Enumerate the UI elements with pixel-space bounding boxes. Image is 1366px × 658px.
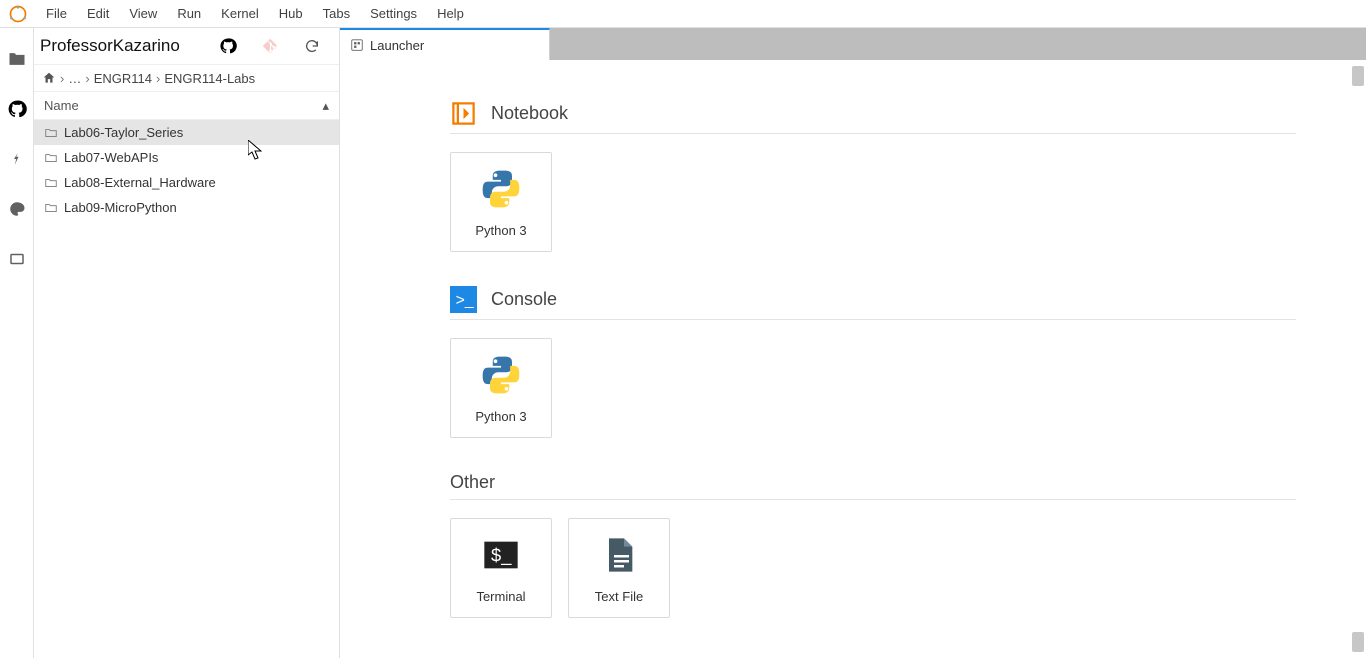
chevron-right-icon: › <box>85 71 89 86</box>
file-name: Lab07-WebAPIs <box>64 150 158 165</box>
menu-view[interactable]: View <box>119 3 167 24</box>
chevron-right-icon: › <box>156 71 160 86</box>
column-name-label: Name <box>44 98 79 113</box>
file-browser-panel: ProfessorKazarino › … › ENGR114 › ENGR11… <box>34 28 340 658</box>
activity-bar <box>0 28 34 658</box>
card-label: Python 3 <box>475 223 526 238</box>
menu-tabs[interactable]: Tabs <box>313 3 360 24</box>
scrollbar-thumb[interactable] <box>1352 66 1364 86</box>
tabs-tab-icon[interactable] <box>6 248 28 270</box>
python-icon <box>479 167 523 211</box>
file-name: Lab06-Taylor_Series <box>64 125 183 140</box>
refresh-icon[interactable] <box>301 35 323 57</box>
card-console-python3[interactable]: Python 3 <box>450 338 552 438</box>
file-row[interactable]: Lab07-WebAPIs <box>34 145 339 170</box>
breadcrumb-part-1[interactable]: ENGR114-Labs <box>164 71 255 86</box>
tab-label: Launcher <box>370 38 424 53</box>
menu-bar: File Edit View Run Kernel Hub Tabs Setti… <box>0 0 1366 28</box>
palette-tab-icon[interactable] <box>6 198 28 220</box>
chevron-right-icon: › <box>60 71 64 86</box>
svg-text:$_: $_ <box>491 544 512 566</box>
card-label: Terminal <box>476 589 525 604</box>
jupyter-logo-icon <box>6 2 30 26</box>
menu-run[interactable]: Run <box>167 3 211 24</box>
folder-icon <box>44 126 58 140</box>
git-icon[interactable] <box>259 35 281 57</box>
content-area: Launcher Notebook Python 3 <box>340 28 1366 658</box>
tab-launcher[interactable]: Launcher <box>340 28 550 60</box>
file-name: Lab09-MicroPython <box>64 200 177 215</box>
text-file-icon <box>597 533 641 577</box>
svg-text:>_: >_ <box>456 292 474 309</box>
file-row[interactable]: Lab08-External_Hardware <box>34 170 339 195</box>
console-icon: >_ <box>450 286 477 313</box>
menu-kernel[interactable]: Kernel <box>211 3 269 24</box>
running-tab-icon[interactable] <box>6 148 28 170</box>
folder-tab-icon[interactable] <box>6 48 28 70</box>
file-list: Lab06-Taylor_Series Lab07-WebAPIs Lab08-… <box>34 120 339 658</box>
folder-icon <box>44 151 58 165</box>
file-name: Lab08-External_Hardware <box>64 175 216 190</box>
launcher-body: Notebook Python 3 >_ Console <box>340 60 1366 658</box>
menu-file[interactable]: File <box>36 3 77 24</box>
github-icon[interactable] <box>217 35 239 57</box>
card-terminal[interactable]: $_ Terminal <box>450 518 552 618</box>
panel-title: ProfessorKazarino <box>40 36 207 56</box>
breadcrumb: › … › ENGR114 › ENGR114-Labs <box>34 64 339 92</box>
menu-hub[interactable]: Hub <box>269 3 313 24</box>
section-title-console: Console <box>491 289 557 310</box>
section-title-notebook: Notebook <box>491 103 568 124</box>
column-header[interactable]: Name ▴ <box>34 92 339 120</box>
breadcrumb-ellipsis[interactable]: … <box>68 71 81 86</box>
card-notebook-python3[interactable]: Python 3 <box>450 152 552 252</box>
card-label: Text File <box>595 589 643 604</box>
scrollbar-thumb[interactable] <box>1352 632 1364 652</box>
file-row[interactable]: Lab06-Taylor_Series <box>34 120 339 145</box>
breadcrumb-part-0[interactable]: ENGR114 <box>94 71 152 86</box>
card-text-file[interactable]: Text File <box>568 518 670 618</box>
menu-settings[interactable]: Settings <box>360 3 427 24</box>
notebook-icon <box>450 100 477 127</box>
menu-edit[interactable]: Edit <box>77 3 119 24</box>
home-icon[interactable] <box>42 71 56 85</box>
menu-help[interactable]: Help <box>427 3 474 24</box>
terminal-icon: $_ <box>479 533 523 577</box>
section-title-other: Other <box>450 472 1296 493</box>
tab-bar: Launcher <box>340 28 1366 60</box>
github-tab-icon[interactable] <box>6 98 28 120</box>
sort-arrow-icon: ▴ <box>322 98 329 114</box>
python-icon <box>479 353 523 397</box>
card-label: Python 3 <box>475 409 526 424</box>
folder-icon <box>44 201 58 215</box>
folder-icon <box>44 176 58 190</box>
launcher-icon <box>350 38 364 52</box>
file-row[interactable]: Lab09-MicroPython <box>34 195 339 220</box>
